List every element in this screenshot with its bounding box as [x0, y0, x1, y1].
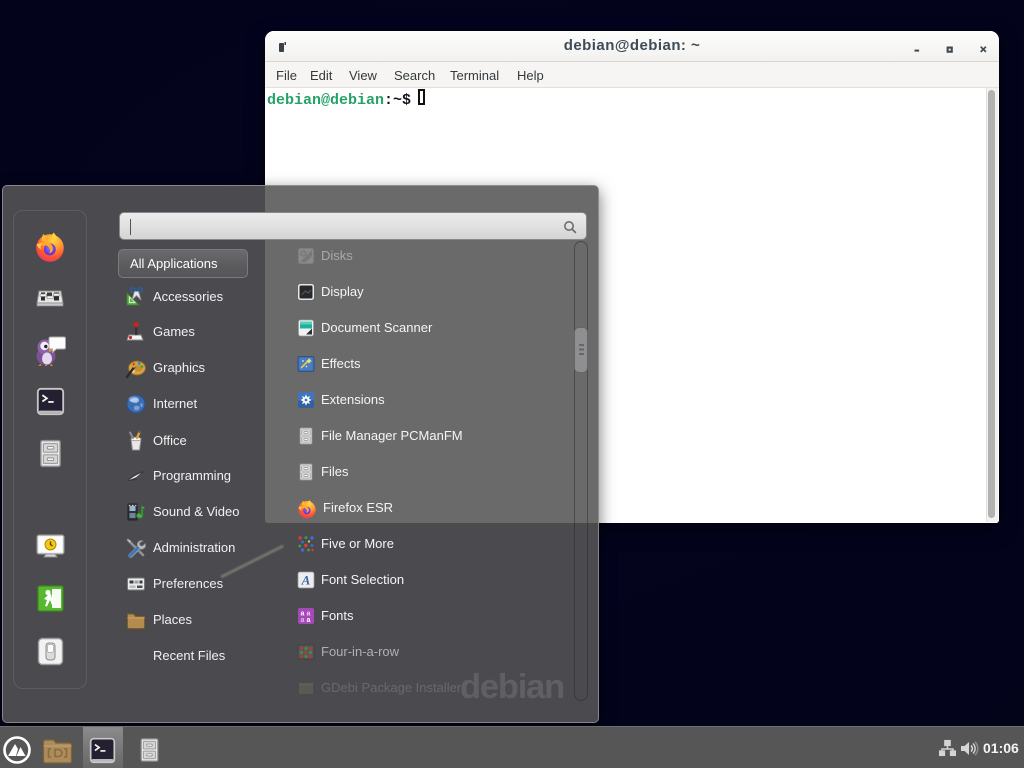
svg-text:a: a: [307, 617, 311, 624]
svg-text:a: a: [301, 617, 305, 624]
svg-text:A: A: [301, 573, 311, 588]
